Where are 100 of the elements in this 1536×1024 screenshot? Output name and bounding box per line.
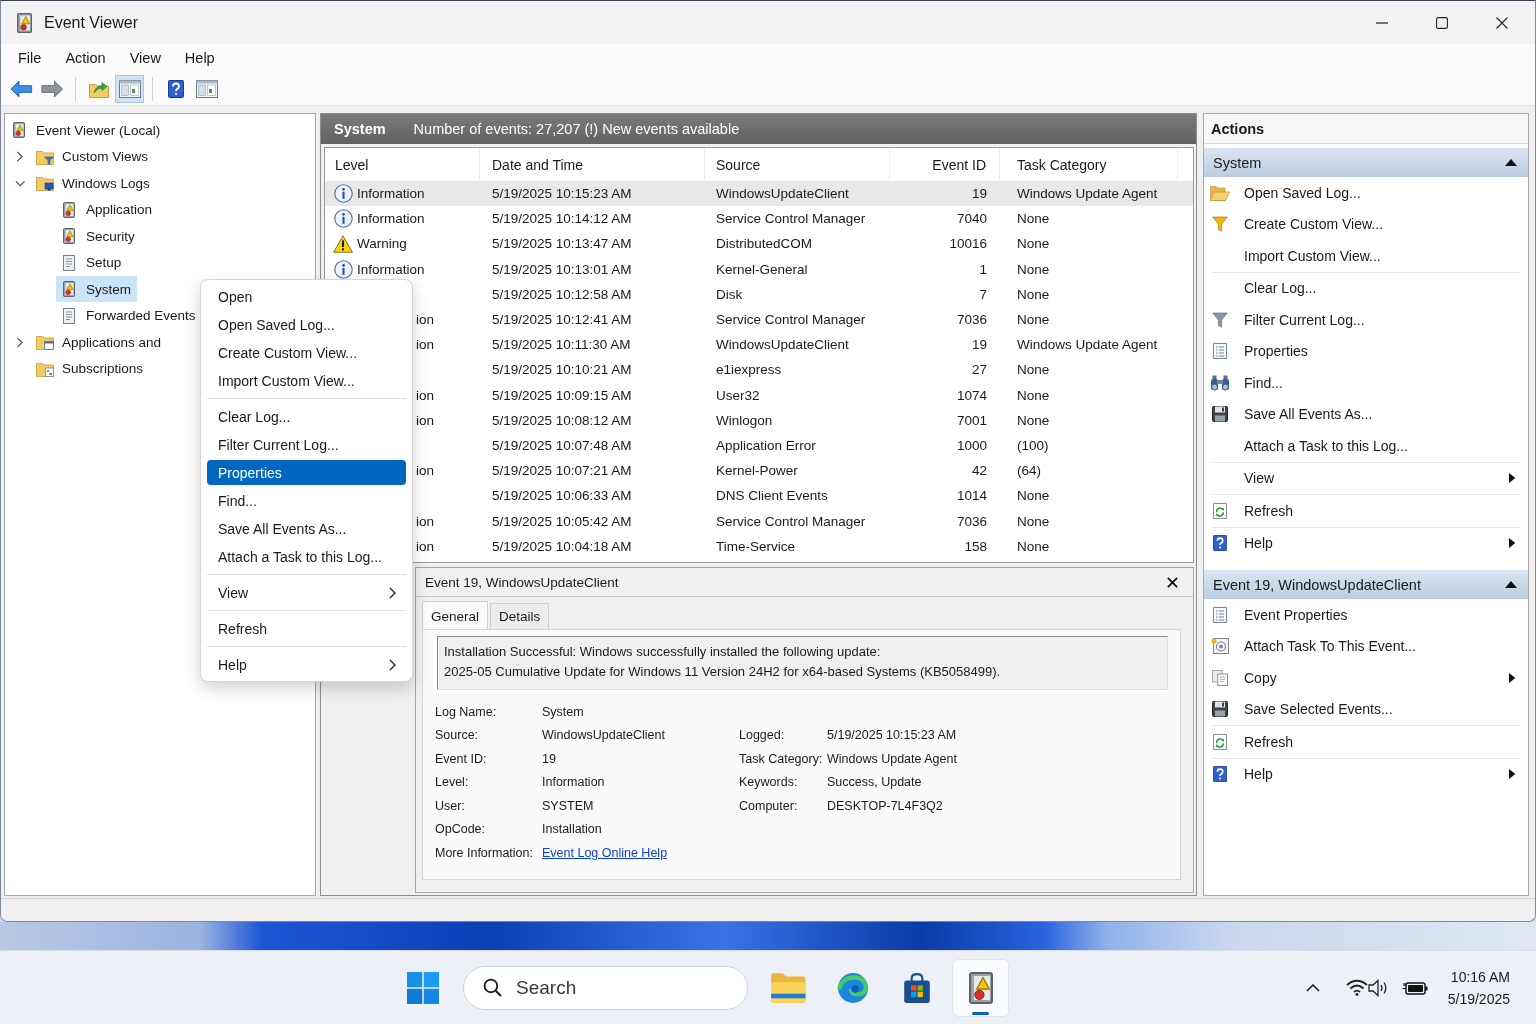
table-cell: Winlogon: [716, 412, 773, 428]
command-item[interactable]: Copy: [1204, 662, 1528, 694]
command-item[interactable]: Attach Task To This Event...: [1204, 630, 1528, 662]
table-cell: User32: [716, 387, 760, 403]
table-cell: Windows Update Agent: [1017, 186, 1158, 202]
chevron-right-icon[interactable]: [16, 151, 24, 163]
command-item[interactable]: Find...: [1204, 367, 1528, 399]
section-header[interactable]: Event 19, WindowsUpdateClient: [1204, 570, 1528, 599]
menu-item[interactable]: Find...: [207, 488, 406, 513]
table-cell: 5/19/2025 10:13:01 AM: [492, 261, 632, 277]
tree-item[interactable]: Security: [56, 223, 141, 250]
close-icon: [1166, 576, 1178, 588]
tree-item[interactable]: Windows Logs: [32, 170, 156, 197]
table-cell: ion: [416, 538, 434, 554]
menu-item[interactable]: File: [6, 45, 54, 71]
toolbar-button[interactable]: [115, 74, 144, 103]
table-cell: 5/19/2025 10:12:41 AM: [492, 312, 632, 328]
search-icon: [483, 977, 502, 997]
command-item[interactable]: Save All Events As...: [1204, 398, 1528, 430]
field-label: Log Name:: [435, 704, 498, 719]
clock-time[interactable]: 10:16 AM: [1450, 965, 1510, 988]
menu-item[interactable]: Action: [53, 45, 118, 71]
table-cell: ion: [416, 312, 434, 328]
menu-item[interactable]: Filter Current Log...: [207, 432, 406, 457]
log-book-icon: [63, 228, 75, 245]
command-item[interactable]: View: [1204, 462, 1528, 494]
menu-item[interactable]: Properties: [207, 460, 406, 485]
tree-item[interactable]: Applications and: [32, 329, 168, 356]
command-item[interactable]: Attach a Task to this Log...: [1204, 430, 1528, 462]
table-row[interactable]: Warning 5/19/2025 10:13:47 AM DistributedCOM 10016 None: [325, 231, 1193, 257]
chevron-down-icon[interactable]: [14, 179, 26, 187]
command-item[interactable]: Clear Log...: [1204, 272, 1528, 304]
minimize-icon: [1376, 21, 1388, 24]
table-cell: e1iexpress: [716, 362, 782, 378]
funnel-icon: [1212, 311, 1228, 328]
command-item[interactable]: Create Custom View...: [1204, 208, 1528, 240]
tree-item[interactable]: Subscriptions: [32, 355, 150, 382]
table-cell: 5/19/2025 10:05:42 AM: [492, 513, 632, 529]
table-cell: 5/19/2025 10:11:30 AM: [492, 337, 631, 353]
help-link[interactable]: Event Log Online Help: [542, 845, 668, 860]
command-item[interactable]: Refresh: [1204, 495, 1528, 527]
table-cell: None: [1017, 513, 1050, 529]
command-item[interactable]: Help: [1204, 758, 1528, 790]
battery-icon[interactable]: [1401, 979, 1428, 996]
field-value: 19: [542, 751, 556, 766]
property-sheet-icon: [1213, 606, 1227, 623]
table-cell: (64): [1017, 463, 1041, 479]
menu-item[interactable]: Help: [172, 45, 227, 71]
table-cell: WindowsUpdateClient: [716, 337, 849, 353]
tab[interactable]: General: [422, 601, 489, 630]
command-item[interactable]: Save Selected Events...: [1204, 693, 1528, 725]
menu-item[interactable]: Create Custom View...: [207, 340, 406, 365]
table-cell: 27: [971, 362, 987, 378]
menu-item[interactable]: Refresh: [207, 616, 406, 641]
menu-item[interactable]: View: [117, 45, 173, 71]
table-cell: 5/19/2025 10:12:58 AM: [492, 286, 632, 302]
menu-item[interactable]: Import Custom View...: [207, 368, 406, 393]
command-item[interactable]: Open Saved Log...: [1204, 177, 1528, 209]
table-cell: ion: [416, 337, 434, 353]
field-value: Installation: [542, 822, 602, 837]
table-row[interactable]: Information 5/19/2025 10:13:01 AM Kernel-General 1 None: [325, 256, 1193, 282]
command-item[interactable]: Event Properties: [1204, 599, 1528, 631]
menu-item[interactable]: Help: [207, 652, 406, 677]
table-cell: Kernel-Power: [716, 463, 798, 479]
table-cell: 1: [979, 261, 987, 277]
tree-item[interactable]: Custom Views: [32, 143, 155, 170]
chevron-up-icon[interactable]: [1305, 983, 1320, 992]
log-book-icon: [63, 281, 75, 298]
search-field[interactable]: Search: [463, 965, 748, 1010]
clock-date[interactable]: 5/19/2025: [1447, 987, 1510, 1010]
table-cell: 5/19/2025 10:06:33 AM: [492, 488, 632, 504]
menu-item[interactable]: View: [207, 580, 406, 605]
tree-item[interactable]: System: [56, 276, 137, 303]
taskbar-button[interactable]: [952, 958, 1009, 1017]
menu-item[interactable]: Save All Events As...: [207, 516, 406, 541]
menu-item[interactable]: Clear Log...: [207, 404, 406, 429]
command-item[interactable]: Help: [1204, 527, 1528, 559]
tree-item[interactable]: Setup: [56, 249, 128, 276]
table-row[interactable]: Information 5/19/2025 10:15:23 AM WindowsUpdateClient 19 Windows Update Agent: [325, 181, 1193, 207]
table-cell: 1014: [956, 488, 987, 504]
section-header[interactable]: System: [1204, 148, 1528, 177]
command-item[interactable]: Refresh: [1204, 726, 1528, 758]
menu-item[interactable]: Open: [207, 284, 406, 309]
back-arrow-icon: [10, 79, 33, 98]
table-row[interactable]: Information 5/19/2025 10:14:12 AM Service Control Manager 7040 None: [325, 206, 1193, 232]
command-item[interactable]: Properties: [1204, 335, 1528, 367]
wifi-icon[interactable]: [1345, 979, 1368, 996]
actions-header: Actions: [1204, 114, 1528, 144]
table-cell: Information: [357, 211, 425, 227]
tree-item[interactable]: Event Viewer (Local): [6, 117, 167, 144]
field-label: Computer:: [739, 798, 799, 813]
chevron-right-icon[interactable]: [16, 336, 24, 348]
swirl-circle-icon: [836, 971, 869, 1004]
menu-item[interactable]: Open Saved Log...: [207, 312, 406, 337]
tree-item[interactable]: Application: [56, 196, 159, 223]
menu-item[interactable]: Attach a Task to this Log...: [207, 544, 406, 569]
tab[interactable]: Details: [490, 603, 550, 629]
command-item[interactable]: Filter Current Log...: [1204, 304, 1528, 336]
folder-funnel-icon: [36, 148, 54, 165]
command-item[interactable]: Import Custom View...: [1204, 240, 1528, 272]
